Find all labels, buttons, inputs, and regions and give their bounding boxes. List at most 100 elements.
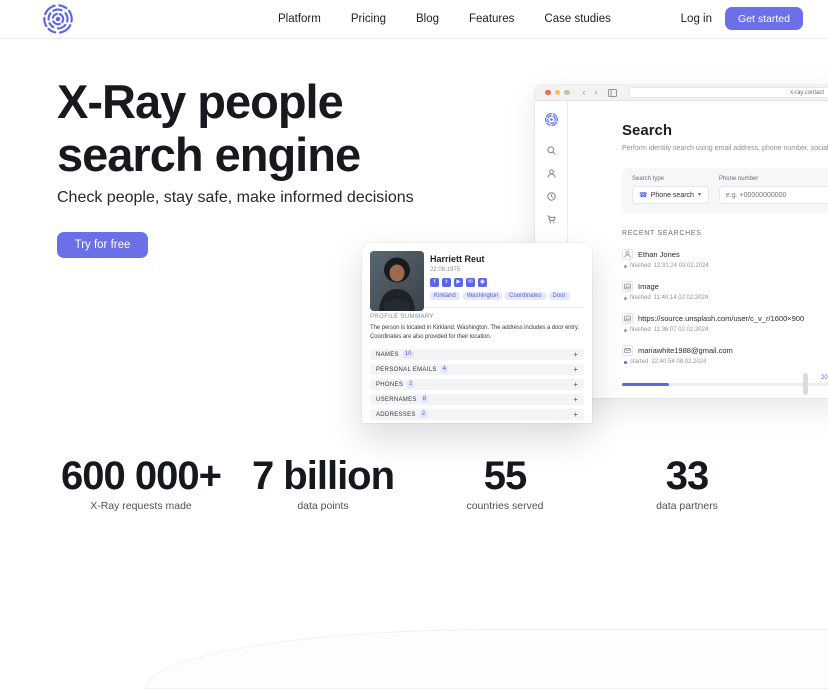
try-for-free-button[interactable]: Try for free [57, 232, 148, 258]
cart-icon [547, 215, 556, 224]
count-badge: 4 [441, 366, 448, 373]
stats-section: 600 000+ X-Ray requests made 7 billion d… [50, 452, 778, 512]
accordion-row-names[interactable]: NAMES10 + [370, 349, 584, 360]
stat-countries: 55 countries served [414, 452, 596, 512]
tag-chip: Door [549, 292, 570, 300]
app-logo-icon [544, 112, 559, 127]
recent-search-title: Ethan Jones [638, 250, 680, 259]
nav-link-features[interactable]: Features [469, 13, 514, 25]
phone-number-label: Phone number [719, 176, 828, 182]
mockup-page-description: Perform identity search using email addr… [622, 145, 828, 152]
user-icon [622, 249, 633, 260]
nav-link-platform[interactable]: Platform [278, 13, 321, 25]
chevron-down-icon: ▼ [697, 192, 702, 198]
mail-icon [622, 345, 633, 356]
browser-chrome: ‹ › x-ray.contact [535, 85, 828, 101]
recent-search-status: finished 12:31:24 03.02.2024 [624, 263, 828, 269]
status-dot [624, 361, 627, 364]
profile-sections: NAMES10 + PERSONAL EMAILS4 + PHONES2 + U… [370, 349, 584, 420]
top-nav: Platform Pricing Blog Features Case stud… [0, 0, 828, 39]
forward-arrow-icon: › [595, 88, 598, 97]
tag-chip: Kirkland [430, 292, 460, 300]
login-link[interactable]: Log in [681, 0, 712, 38]
accordion-row-personal-emails[interactable]: PERSONAL EMAILS4 + [370, 364, 584, 375]
stat-value: 600 000+ [50, 452, 232, 500]
phone-number-input-box [719, 186, 828, 204]
status-dot [624, 297, 627, 300]
next-section-curve [145, 629, 828, 689]
nav-link-pricing[interactable]: Pricing [351, 13, 386, 25]
mockup-page-title: Search [622, 122, 828, 139]
history-clock-icon [547, 192, 556, 201]
count-badge: 2 [420, 411, 427, 418]
youtube-icon[interactable]: ▶ [454, 278, 463, 287]
stat-label: countries served [414, 500, 596, 512]
expand-plus-icon: + [573, 366, 578, 374]
search-progress: 20% [622, 375, 828, 386]
stat-value: 33 [596, 452, 778, 500]
progress-fill [622, 383, 669, 386]
scrollbar-thumb [803, 373, 808, 395]
expand-plus-icon: + [573, 381, 578, 389]
accordion-row-addresses[interactable]: ADDRESSES2 + [370, 409, 584, 420]
stat-value: 55 [414, 452, 596, 500]
recent-search-title: mariawhite1988@gmail.com [638, 346, 733, 355]
minimize-window-dot [555, 90, 561, 96]
search-type-dropdown: ☎ Phone search ▼ [632, 186, 709, 204]
phone-number-input [726, 192, 828, 199]
tag-chip: Coordinates [505, 292, 545, 300]
back-arrow-icon: ‹ [583, 88, 586, 97]
count-badge: 8 [421, 396, 428, 403]
profile-summary-text: The person is located in Kirkland, Washi… [370, 324, 580, 341]
browser-url-text: x-ray.contact [790, 90, 824, 96]
search-type-label: Search type [632, 176, 709, 182]
twitter-icon[interactable]: t [442, 278, 451, 287]
stat-value: 7 billion [232, 452, 414, 500]
tag-chip: Washington [463, 292, 502, 300]
hero-title: X-Ray peoplesearch engine [57, 75, 360, 181]
phone-number-field: Phone number [719, 176, 828, 204]
recent-search-item: Image finished 11:40:14 02.02.2024 [622, 281, 828, 301]
recent-search-title: https://source.unsplash.com/user/c_v_r/1… [638, 314, 804, 323]
stat-label: data partners [596, 500, 778, 512]
search-type-field: Search type ☎ Phone search ▼ [632, 176, 709, 204]
hero-subtitle: Check people, stay safe, make informed d… [57, 189, 414, 207]
nav-link-blog[interactable]: Blog [416, 13, 439, 25]
stat-label: X-Ray requests made [50, 500, 232, 512]
progress-percent-label: 20% [622, 375, 828, 381]
stat-requests: 600 000+ X-Ray requests made [50, 452, 232, 512]
accordion-row-usernames[interactable]: USERNAMES8 + [370, 394, 584, 405]
expand-plus-icon: + [573, 396, 578, 404]
user-icon [547, 169, 556, 178]
facebook-icon[interactable]: f [430, 278, 439, 287]
sidebar-toggle-icon [608, 89, 617, 97]
recent-search-title: Image [638, 282, 659, 291]
image-icon [622, 313, 633, 324]
status-dot [624, 329, 627, 332]
count-badge: 2 [407, 381, 414, 388]
brand-logo-icon[interactable] [41, 2, 75, 36]
stat-data-points: 7 billion data points [232, 452, 414, 512]
instagram-icon[interactable]: ◉ [478, 278, 487, 287]
profile-social-links: f t ▶ ✉ ◉ [430, 278, 584, 287]
close-window-dot [545, 90, 551, 96]
browser-url-bar: x-ray.contact [629, 87, 828, 98]
recent-search-status: started 22:40:54 08.02.2024 [624, 359, 828, 365]
hero-section: X-Ray peoplesearch engine Check people, … [0, 39, 828, 455]
email-icon[interactable]: ✉ [466, 278, 475, 287]
recent-search-status: finished 11:40:14 02.02.2024 [624, 295, 828, 301]
accordion-row-phones[interactable]: PHONES2 + [370, 379, 584, 390]
recent-searches-heading: RECENT SEARCHES [622, 230, 828, 237]
stat-label: data points [232, 500, 414, 512]
nav-links: Platform Pricing Blog Features Case stud… [278, 0, 611, 38]
recent-search-status: finished 11:36:07 02.02.2024 [624, 327, 828, 333]
nav-link-case-studies[interactable]: Case studies [544, 13, 610, 25]
profile-result-card: Harriett Reut 22.08.1975 f t ▶ ✉ ◉ Kirkl… [362, 243, 592, 423]
profile-birth-date: 22.08.1975 [430, 267, 584, 273]
expand-plus-icon: + [573, 351, 578, 359]
recent-search-item: mariawhite1988@gmail.com started 22:40:5… [622, 345, 828, 365]
search-form-card: Search type ☎ Phone search ▼ Phone numbe… [622, 168, 828, 213]
get-started-button[interactable]: Get started [725, 7, 803, 30]
search-type-value: Phone search [651, 192, 694, 199]
zoom-window-dot [564, 90, 570, 96]
